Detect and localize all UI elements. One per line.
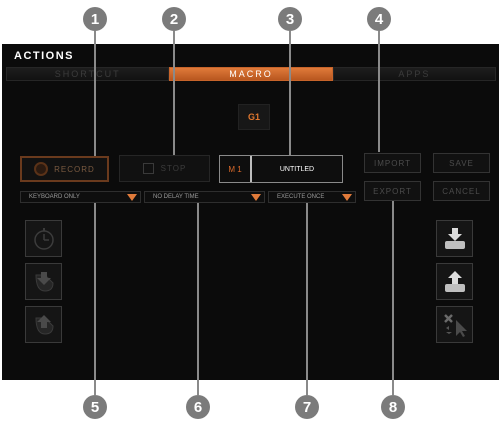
callout-4: 4 — [367, 7, 391, 31]
callout-line-8 — [392, 201, 394, 395]
macro-id: M 1 — [220, 156, 252, 182]
g-key-slot[interactable]: G1 — [238, 104, 270, 130]
record-label: RECORD — [54, 164, 95, 174]
callout-1: 1 — [83, 7, 107, 31]
record-icon — [34, 162, 49, 176]
callout-line-1 — [94, 31, 96, 156]
stop-button[interactable]: STOP — [119, 155, 210, 182]
export-keystroke-button[interactable] — [436, 263, 473, 300]
insert-mouse-down-button[interactable] — [25, 263, 62, 300]
timer-icon — [33, 227, 54, 250]
tab-apps[interactable]: APPS — [332, 67, 496, 81]
callout-3: 3 — [278, 7, 302, 31]
callout-line-2 — [173, 31, 175, 155]
tab-macro[interactable]: MACRO — [169, 67, 333, 81]
mouse-down-icon — [34, 271, 54, 292]
macro-name[interactable]: UNTITLED — [252, 156, 342, 182]
tab-bar: SHORTCUT MACRO APPS — [6, 67, 496, 81]
callout-line-4 — [378, 31, 380, 152]
callout-line-6 — [197, 203, 199, 395]
callout-5: 5 — [83, 395, 107, 419]
record-button[interactable]: RECORD — [20, 156, 109, 182]
export-button[interactable]: EXPORT — [364, 181, 421, 201]
stop-icon — [142, 163, 154, 174]
execution-value: EXECUTE ONCE — [277, 194, 325, 200]
delay-value: NO DELAY TIME — [153, 194, 199, 200]
callout-8: 8 — [381, 395, 405, 419]
callout-6: 6 — [186, 395, 210, 419]
chevron-down-icon — [127, 194, 137, 201]
import-button[interactable]: IMPORT — [364, 153, 421, 173]
panel-title: ACTIONS — [14, 50, 74, 62]
macro-name-field[interactable]: M 1 UNTITLED — [219, 155, 343, 183]
import-keystroke-button[interactable] — [436, 220, 473, 257]
callout-line-3 — [289, 31, 291, 155]
delete-cursor-icon — [443, 313, 467, 337]
callout-line-5 — [94, 203, 96, 395]
actions-panel — [2, 44, 499, 380]
insert-mouse-up-button[interactable] — [25, 306, 62, 343]
delete-button[interactable] — [436, 306, 473, 343]
record-mode-value: KEYBOARD ONLY — [29, 194, 80, 200]
chevron-down-icon — [342, 194, 352, 201]
delay-dropdown[interactable]: NO DELAY TIME — [144, 191, 265, 203]
key-up-icon — [444, 270, 465, 292]
callout-2: 2 — [162, 7, 186, 31]
callout-7: 7 — [295, 395, 319, 419]
record-mode-dropdown[interactable]: KEYBOARD ONLY — [20, 191, 141, 203]
stop-label: STOP — [160, 164, 187, 173]
callout-line-7 — [306, 203, 308, 395]
insert-delay-button[interactable] — [25, 220, 62, 257]
chevron-down-icon — [251, 194, 261, 201]
tab-shortcut[interactable]: SHORTCUT — [6, 67, 170, 81]
execution-dropdown[interactable]: EXECUTE ONCE — [268, 191, 356, 203]
cancel-button[interactable]: CANCEL — [433, 181, 490, 201]
mouse-up-icon — [34, 314, 54, 335]
key-down-icon — [444, 227, 465, 249]
save-button[interactable]: SAVE — [433, 153, 490, 173]
